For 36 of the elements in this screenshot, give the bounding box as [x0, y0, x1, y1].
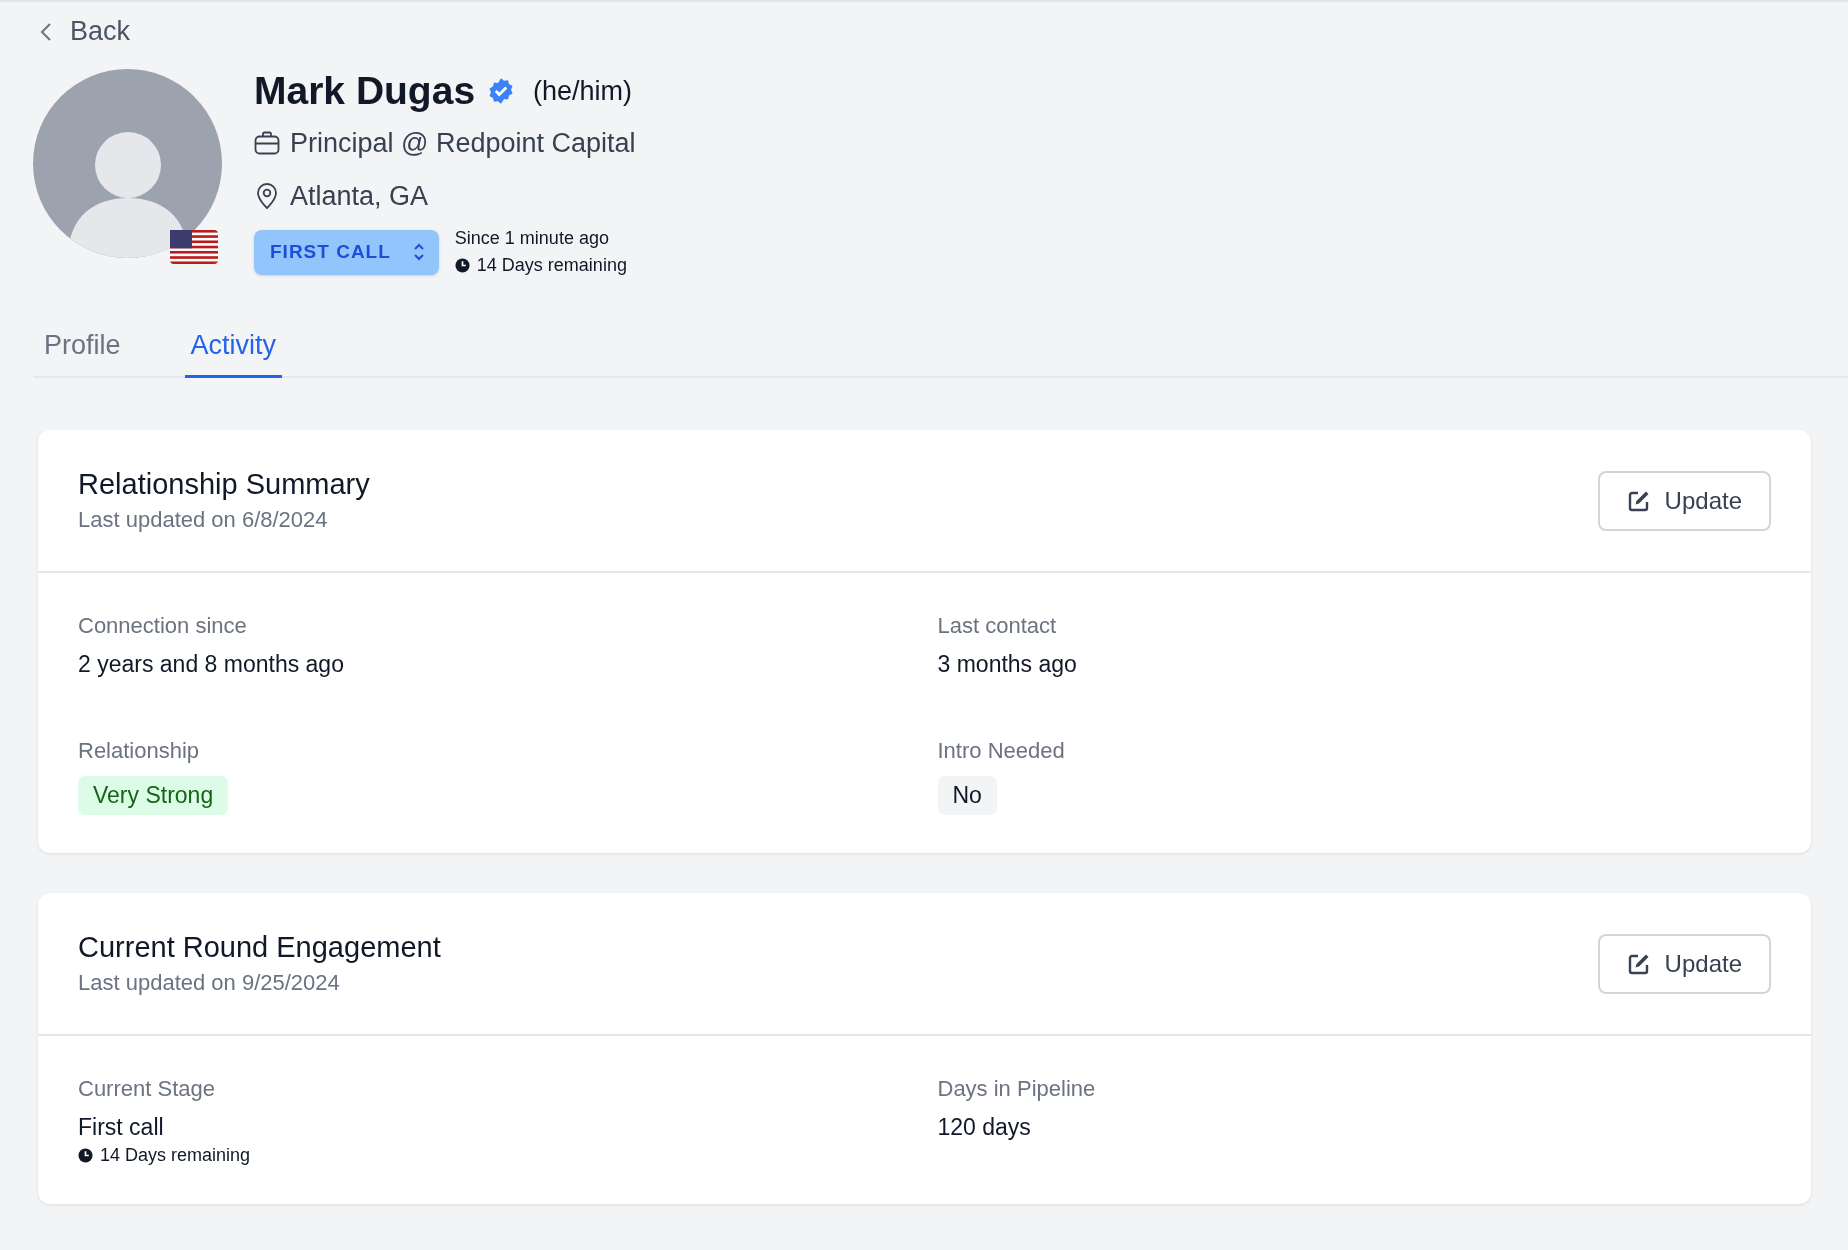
- status-badge: Very Strong: [78, 776, 229, 815]
- field-value: First call: [78, 1114, 164, 1141]
- tab[interactable]: Activity: [184, 330, 283, 378]
- field-label: Days in Pipeline: [937, 1076, 1096, 1102]
- card-title: Relationship Summary: [78, 468, 370, 501]
- updated-text: Last updated on 6/8/2024: [78, 507, 329, 533]
- stage-select[interactable]: FIRST CALL: [254, 229, 439, 275]
- card-title: Current Round Engagement: [78, 931, 441, 964]
- clock-icon: [454, 258, 470, 273]
- update-button[interactable]: Update: [1597, 933, 1771, 994]
- location-text: Atlanta, GA: [290, 180, 429, 212]
- pronouns-text: (he/him): [533, 75, 633, 107]
- remaining-text: 14 Days remaining: [476, 255, 627, 276]
- since-text: Since 1 minute ago: [454, 228, 610, 249]
- field-value: 3 months ago: [937, 651, 1077, 678]
- field-label: Current Stage: [78, 1076, 215, 1102]
- field-label: Connection since: [78, 613, 247, 639]
- field-value: 2 years and 8 months ago: [78, 651, 344, 678]
- profile-name: Mark Dugas: [254, 69, 476, 113]
- clock-icon: [78, 1148, 93, 1163]
- chevron-up-down-icon: [412, 242, 425, 262]
- update-button[interactable]: Update: [1597, 470, 1771, 531]
- flag-icon: [170, 230, 218, 264]
- field-label: Last contact: [937, 613, 1057, 639]
- status-badge: No: [937, 776, 997, 815]
- remaining-text: 14 Days remaining: [100, 1145, 251, 1166]
- back-link[interactable]: Back: [40, 16, 131, 47]
- briefcase-icon: [254, 131, 280, 155]
- location-pin-icon: [254, 182, 280, 210]
- field-label: Relationship: [78, 738, 200, 764]
- field-label: Intro Needed: [937, 738, 1065, 764]
- role-text: Principal @ Redpoint Capital: [290, 127, 636, 159]
- updated-text: Last updated on 9/25/2024: [78, 970, 341, 996]
- field-value: 120 days: [937, 1114, 1031, 1141]
- chevron-left-icon: [40, 21, 52, 42]
- tab[interactable]: Profile: [38, 330, 127, 378]
